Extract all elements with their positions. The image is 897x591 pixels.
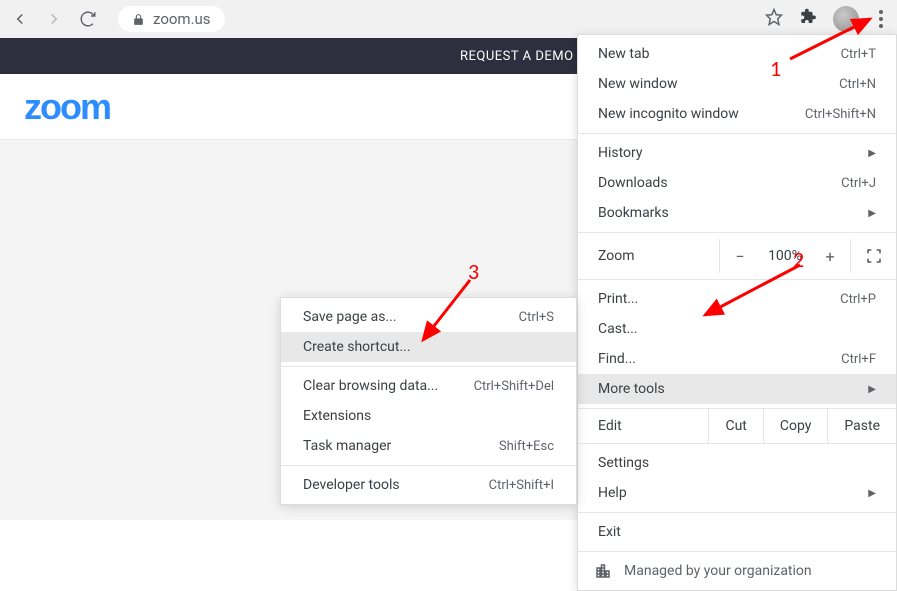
chrome-menu: New tab Ctrl+T New window Ctrl+N New inc… bbox=[577, 34, 897, 591]
submenu-save-page[interactable]: Save page as... Ctrl+S bbox=[281, 302, 576, 332]
annotation-3: 3 bbox=[468, 258, 479, 285]
request-demo-link[interactable]: REQUEST A DEMO bbox=[460, 49, 574, 64]
chevron-right-icon: ▶ bbox=[868, 488, 876, 499]
menu-print[interactable]: Print... Ctrl+P bbox=[578, 284, 896, 314]
menu-zoom-row: Zoom − 100% + bbox=[578, 232, 896, 280]
menu-new-incognito[interactable]: New incognito window Ctrl+Shift+N bbox=[578, 99, 896, 129]
submenu-extensions[interactable]: Extensions bbox=[281, 401, 576, 431]
avatar[interactable] bbox=[833, 6, 859, 32]
menu-cast[interactable]: Cast... bbox=[578, 314, 896, 344]
menu-bookmarks[interactable]: Bookmarks ▶ bbox=[578, 198, 896, 228]
building-icon bbox=[594, 562, 612, 580]
browser-toolbar: zoom.us bbox=[0, 0, 897, 38]
more-tools-submenu: Save page as... Ctrl+S Create shortcut..… bbox=[280, 297, 577, 505]
chevron-right-icon: ▶ bbox=[868, 148, 876, 159]
submenu-create-shortcut[interactable]: Create shortcut... bbox=[281, 332, 576, 362]
submenu-clear-data[interactable]: Clear browsing data... Ctrl+Shift+Del bbox=[281, 371, 576, 401]
annotation-2: 2 bbox=[793, 246, 804, 273]
zoom-in-button[interactable]: + bbox=[810, 247, 850, 266]
submenu-task-manager[interactable]: Task manager Shift+Esc bbox=[281, 431, 576, 461]
submenu-dev-tools[interactable]: Developer tools Ctrl+Shift+I bbox=[281, 470, 576, 500]
menu-settings[interactable]: Settings bbox=[578, 448, 896, 478]
menu-edit-row: Edit Cut Copy Paste bbox=[578, 408, 896, 444]
url-text: zoom.us bbox=[153, 10, 211, 28]
zoom-logo[interactable]: zoom bbox=[24, 86, 110, 128]
menu-find[interactable]: Find... Ctrl+F bbox=[578, 344, 896, 374]
chevron-right-icon: ▶ bbox=[868, 384, 876, 395]
menu-exit[interactable]: Exit bbox=[578, 517, 896, 547]
forward-button[interactable] bbox=[44, 9, 64, 29]
edit-copy-button[interactable]: Copy bbox=[763, 409, 828, 443]
managed-by-org[interactable]: Managed by your organization bbox=[578, 551, 896, 590]
fullscreen-button[interactable] bbox=[850, 239, 896, 273]
menu-new-window[interactable]: New window Ctrl+N bbox=[578, 69, 896, 99]
chevron-right-icon: ▶ bbox=[868, 208, 876, 219]
edit-cut-button[interactable]: Cut bbox=[708, 409, 762, 443]
menu-help[interactable]: Help ▶ bbox=[578, 478, 896, 508]
back-button[interactable] bbox=[10, 9, 30, 29]
extensions-icon[interactable] bbox=[799, 8, 817, 30]
lock-icon bbox=[132, 13, 145, 26]
address-bar[interactable]: zoom.us bbox=[118, 6, 225, 32]
menu-history[interactable]: History ▶ bbox=[578, 138, 896, 168]
edit-paste-button[interactable]: Paste bbox=[827, 409, 896, 443]
menu-more-tools[interactable]: More tools ▶ bbox=[578, 374, 896, 404]
menu-downloads[interactable]: Downloads Ctrl+J bbox=[578, 168, 896, 198]
menu-new-tab[interactable]: New tab Ctrl+T bbox=[578, 39, 896, 69]
zoom-out-button[interactable]: − bbox=[720, 247, 760, 266]
reload-button[interactable] bbox=[78, 9, 98, 29]
chrome-menu-button[interactable] bbox=[875, 6, 887, 32]
annotation-1: 1 bbox=[770, 55, 781, 82]
bookmark-star-icon[interactable] bbox=[765, 8, 783, 30]
